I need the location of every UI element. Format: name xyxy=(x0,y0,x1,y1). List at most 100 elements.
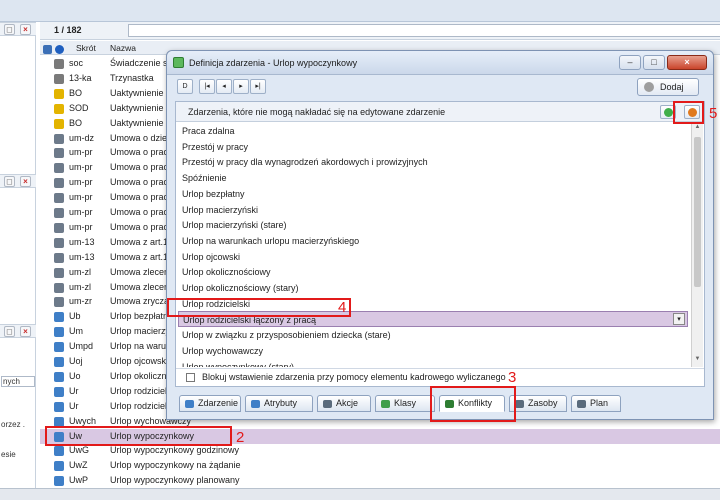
row-code: 13-ka xyxy=(69,72,92,83)
vertical-scrollbar[interactable]: ▲ ▼ xyxy=(691,123,703,367)
next-record-button[interactable]: ▸ xyxy=(233,79,249,94)
annotation-number: 2 xyxy=(236,429,245,446)
table-row[interactable]: UwZ Urlop wypoczynkowy na żądanie xyxy=(40,458,720,473)
tab-akcje[interactable]: Akcje xyxy=(317,395,371,412)
row-code: Uoj xyxy=(69,356,83,366)
row-code: BO xyxy=(69,87,83,98)
conflict-option[interactable]: Urlop bezpłatny xyxy=(182,186,688,202)
event-type-icon xyxy=(54,208,64,218)
tab-zasoby[interactable]: Zasoby xyxy=(509,395,567,412)
event-type-icon xyxy=(54,327,64,338)
row-name: Umowa o pracę xyxy=(110,177,174,188)
close-button[interactable]: × xyxy=(667,55,707,70)
tab-icon xyxy=(185,400,194,408)
row-code: UwG xyxy=(69,445,89,456)
add-button[interactable]: Dodaj xyxy=(637,78,699,96)
chevron-down-icon[interactable]: ▾ xyxy=(673,313,685,326)
row-code: um-zr xyxy=(69,296,92,307)
minimize-button[interactable]: – xyxy=(619,55,641,70)
row-code: UwZ xyxy=(69,460,88,471)
scroll-thumb[interactable] xyxy=(694,137,701,287)
option-label: Urlop wypoczynkowy (stary) xyxy=(182,361,295,368)
row-code: soc xyxy=(69,58,84,68)
top-toolbar xyxy=(0,0,720,22)
add-icon xyxy=(644,82,654,92)
conflicting-events-list: Praca zdalna Przestój w pracy Przestój w p… xyxy=(176,123,690,367)
close-icon[interactable]: × xyxy=(20,326,31,337)
row-code: Ub xyxy=(69,311,81,322)
conflicts-header: Zdarzenia, które nie mogą nakładać się n… xyxy=(176,102,704,122)
event-type-icon xyxy=(54,267,64,278)
row-code: BO xyxy=(69,117,83,128)
row-code: um-pr xyxy=(69,177,93,188)
row-code: SOD xyxy=(69,102,89,113)
conflicts-section-label: Zdarzenia, które nie mogą nakładać się n… xyxy=(188,107,446,117)
row-code: Ur xyxy=(69,400,79,411)
filter-input[interactable] xyxy=(128,24,720,37)
panel-icon[interactable]: ◻ xyxy=(4,176,15,187)
event-type-icon xyxy=(54,178,64,189)
annotation-number: 3 xyxy=(508,369,517,386)
mode-button[interactable]: D xyxy=(177,79,193,94)
option-label: Spóźnienie xyxy=(182,173,227,184)
conflict-option[interactable]: Urlop w związku z przysposobieniem dziec… xyxy=(182,327,688,343)
annotation-number: 5 xyxy=(709,105,718,122)
tab-icon xyxy=(515,400,524,408)
tab-plan[interactable]: Plan xyxy=(571,395,621,412)
row-name: Umowa zryczałt xyxy=(110,296,174,307)
add-button-label: Dodaj xyxy=(660,82,684,92)
maximize-button[interactable]: □ xyxy=(643,55,665,70)
event-type-icon xyxy=(54,163,64,174)
close-icon[interactable]: × xyxy=(20,176,31,187)
panel-icon[interactable]: ◻ xyxy=(4,326,15,337)
row-name: Umowa o pracę xyxy=(110,221,174,232)
conflict-option[interactable]: Urlop macierzyński (stare) xyxy=(182,217,688,233)
conflict-option[interactable]: Przestój w pracy dla wynagrodzeń akordow… xyxy=(182,154,688,170)
close-icon[interactable]: × xyxy=(20,24,31,35)
event-type-icon xyxy=(54,148,64,159)
conflict-option[interactable]: Urlop okolicznościowy xyxy=(182,264,688,280)
option-label: Urlop macierzyński (stare) xyxy=(182,220,287,231)
option-label: Urlop okolicznościowy (stary) xyxy=(182,283,299,293)
conflict-option[interactable]: Urlop wypoczynkowy (stary) xyxy=(182,359,688,368)
conflict-option[interactable]: Przestój w pracy xyxy=(182,139,688,155)
last-record-button[interactable]: ▸| xyxy=(250,79,266,94)
option-label: Urlop okolicznościowy xyxy=(182,267,271,278)
option-label: Urlop bezpłatny xyxy=(182,188,245,199)
first-record-button[interactable]: |◂ xyxy=(199,79,215,94)
conflict-option[interactable]: Spóźnienie xyxy=(182,170,688,186)
option-label: Urlop w związku z przysposobieniem dziec… xyxy=(182,330,391,341)
scroll-up-icon[interactable]: ▲ xyxy=(693,124,702,133)
left-panel-header-top: ◻ × xyxy=(0,22,36,36)
row-name: Urlop ojcowski xyxy=(110,356,169,366)
conflict-option[interactable]: Urlop na warunkach urlopu macierzyńskieg… xyxy=(182,233,688,249)
tab-atrybuty[interactable]: Atrybuty xyxy=(245,395,313,412)
tab-zdarzenie[interactable]: Zdarzenie xyxy=(179,395,241,412)
row-code: um-13 xyxy=(69,251,95,262)
tab-klasy[interactable]: Klasy xyxy=(375,395,435,412)
row-code: um-pr xyxy=(69,147,93,158)
left-field-fragment[interactable]: nych xyxy=(1,376,35,387)
block-checkbox-label: Blokuj wstawienie zdarzenia przy pomocy … xyxy=(202,372,506,382)
event-type-icon xyxy=(54,386,64,397)
event-type-icon xyxy=(54,252,64,263)
block-checkbox[interactable] xyxy=(186,373,195,382)
conflict-option[interactable]: Praca zdalna xyxy=(182,123,688,139)
conflict-option[interactable]: Urlop ojcowski xyxy=(182,249,688,265)
conflict-option[interactable]: Urlop macierzyński xyxy=(182,202,688,218)
row-code: um-zl xyxy=(69,266,91,277)
panel-icon[interactable]: ◻ xyxy=(4,24,15,35)
column-nazwa[interactable]: Nazwa xyxy=(110,43,136,53)
event-type-icon xyxy=(54,312,64,323)
table-row[interactable]: UwP Urlop wypoczynkowy planowany xyxy=(40,473,720,488)
row-code: um-pr xyxy=(69,192,93,203)
column-skrot[interactable]: Skrót xyxy=(76,43,96,53)
option-label: Urlop na warunkach urlopu macierzyńskieg… xyxy=(182,235,360,246)
scroll-down-icon[interactable]: ▼ xyxy=(693,356,702,365)
prev-record-button[interactable]: ◂ xyxy=(216,79,232,94)
conflict-option[interactable]: Urlop okolicznościowy (stary) xyxy=(182,280,688,296)
event-type-icon xyxy=(54,133,64,144)
highlight-conflicts-tab xyxy=(430,386,516,422)
event-type-icon xyxy=(54,297,64,308)
conflict-option[interactable]: Urlop wychowawczy xyxy=(182,343,688,359)
